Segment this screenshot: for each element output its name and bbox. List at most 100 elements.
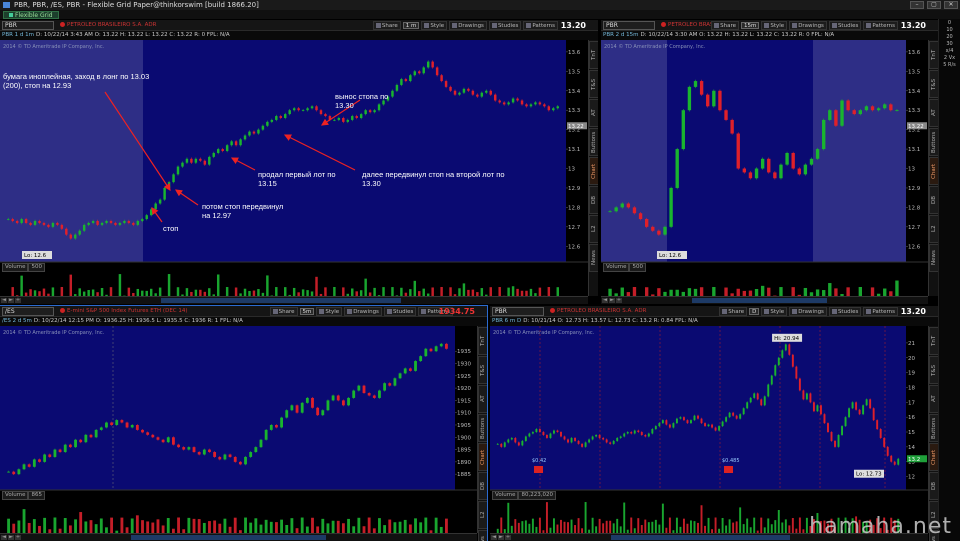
- share-button[interactable]: Share: [269, 307, 298, 316]
- patterns-button[interactable]: Patterns: [523, 21, 558, 30]
- patterns-button[interactable]: Patterns: [863, 307, 898, 316]
- volume-bar: [777, 510, 780, 533]
- side-tab-db[interactable]: DB: [589, 186, 598, 214]
- side-tab-news[interactable]: News: [478, 530, 487, 541]
- symbol-input[interactable]: /ES: [2, 307, 54, 316]
- side-tab-at[interactable]: AT: [478, 385, 487, 413]
- share-button[interactable]: Share: [372, 21, 401, 30]
- studies-button[interactable]: Studies: [383, 307, 417, 316]
- symbol-input[interactable]: PBR: [2, 21, 54, 30]
- style-button[interactable]: Style: [316, 307, 343, 316]
- studies-button[interactable]: Studies: [828, 307, 862, 316]
- scroll-button[interactable]: +: [505, 535, 511, 540]
- symbol-input[interactable]: PBR: [492, 307, 544, 316]
- side-tab-buttons[interactable]: Buttons: [929, 414, 938, 442]
- scroll-button[interactable]: +: [15, 535, 21, 540]
- side-tab-db[interactable]: DB: [929, 186, 938, 214]
- scroll-thumb[interactable]: [161, 298, 401, 303]
- tab-flexible-grid[interactable]: Flexible Grid: [3, 11, 59, 19]
- chart-toolbar: Share 5m Style Drawings Studies Patterns: [269, 307, 453, 316]
- scroll-button[interactable]: ►: [8, 298, 14, 303]
- style-button[interactable]: Style: [761, 307, 788, 316]
- dividend-icon[interactable]: [724, 466, 733, 473]
- volume-bar: [341, 523, 345, 533]
- side-tab-at[interactable]: AT: [589, 99, 598, 127]
- scroll-button[interactable]: +: [616, 298, 622, 303]
- side-tab-chart[interactable]: Chart: [929, 443, 938, 471]
- style-button[interactable]: Style: [421, 21, 448, 30]
- price-chart[interactable]: 2014 © TD Ameritrade IP Company, Inc. 21 2…: [490, 326, 928, 541]
- scroll-button[interactable]: ◄: [602, 298, 608, 303]
- price-chart[interactable]: 2014 © TD Ameritrade IP Company, Inc. 13.…: [601, 40, 928, 304]
- candle: [809, 157, 814, 166]
- share-button[interactable]: Share: [719, 307, 748, 316]
- side-tab-l2[interactable]: L2: [929, 215, 938, 243]
- side-tab-tnt[interactable]: TnT: [929, 327, 938, 355]
- minimize-button[interactable]: –: [910, 1, 924, 9]
- chart-canvas[interactable]: 2014 © TD Ameritrade IP Company, Inc. 21 2…: [490, 326, 928, 541]
- dividend-icon[interactable]: [534, 466, 543, 473]
- side-tab-l2[interactable]: L2: [589, 215, 598, 243]
- studies-button[interactable]: Studies: [488, 21, 522, 30]
- scroll-button[interactable]: ◄: [1, 298, 7, 303]
- scroll-button[interactable]: ◄: [1, 535, 7, 540]
- scroll-thumb[interactable]: [691, 298, 827, 303]
- chart-scrollbar[interactable]: ◄ ► +: [601, 296, 928, 304]
- candle: [809, 392, 812, 404]
- timeframe-button[interactable]: D: [749, 308, 760, 315]
- price-chart[interactable]: 2014 © TD Ameritrade IP Company, Inc. 13.…: [0, 40, 588, 304]
- symbol-input[interactable]: PBR: [603, 21, 655, 30]
- chart-canvas[interactable]: 2014 © TD Ameritrade IP Company, Inc. 13.…: [601, 40, 928, 304]
- side-tab-ts[interactable]: T&S: [478, 356, 487, 384]
- scroll-button[interactable]: ►: [609, 298, 615, 303]
- side-tab-chart[interactable]: Chart: [478, 443, 487, 471]
- side-tab-ts[interactable]: T&S: [929, 356, 938, 384]
- side-tab-tnt[interactable]: TnT: [478, 327, 487, 355]
- maximize-button[interactable]: ▢: [927, 1, 941, 9]
- side-tab-news[interactable]: News: [589, 244, 598, 272]
- share-button[interactable]: Share: [711, 21, 739, 30]
- chart-scrollbar[interactable]: ◄ ► +: [0, 533, 477, 541]
- drawings-button[interactable]: Drawings: [344, 307, 382, 316]
- scroll-thumb[interactable]: [610, 535, 791, 540]
- drawings-button[interactable]: Drawings: [789, 307, 827, 316]
- side-tab-buttons[interactable]: Buttons: [929, 128, 938, 156]
- drawings-button[interactable]: Drawings: [449, 21, 487, 30]
- side-tab-db[interactable]: DB: [478, 472, 487, 500]
- candle: [163, 186, 166, 201]
- patterns-button[interactable]: Patterns: [863, 21, 898, 30]
- scroll-button[interactable]: ►: [8, 535, 14, 540]
- volume-bar: [584, 502, 587, 533]
- chart-canvas[interactable]: 2014 © TD Ameritrade IP Company, Inc. 13.…: [0, 40, 588, 304]
- side-tab-ts[interactable]: T&S: [929, 70, 938, 98]
- side-tab-tnt[interactable]: TnT: [929, 41, 938, 69]
- side-tab-at[interactable]: AT: [929, 99, 938, 127]
- scroll-button[interactable]: +: [15, 298, 21, 303]
- side-tab-chart[interactable]: Chart: [929, 157, 938, 185]
- timeframe-button[interactable]: 5m: [299, 308, 315, 315]
- chart-scrollbar[interactable]: ◄ ► +: [0, 296, 588, 304]
- candle: [166, 436, 170, 444]
- scroll-button[interactable]: ◄: [491, 535, 497, 540]
- side-tab-l2[interactable]: L2: [478, 501, 487, 529]
- right-strip-label: 10: [946, 27, 953, 33]
- timeframe-button[interactable]: 15m: [741, 22, 760, 29]
- side-tab-chart[interactable]: Chart: [589, 157, 598, 185]
- style-button[interactable]: Style: [761, 21, 788, 30]
- side-tab-ts[interactable]: T&S: [589, 70, 598, 98]
- close-button[interactable]: ✕: [944, 1, 958, 9]
- side-tab-at[interactable]: AT: [929, 385, 938, 413]
- drawings-button[interactable]: Drawings: [789, 21, 827, 30]
- side-tab-buttons[interactable]: Buttons: [478, 414, 487, 442]
- price-chart[interactable]: 2014 © TD Ameritrade IP Company, Inc. 193…: [0, 326, 477, 541]
- scroll-thumb[interactable]: [131, 535, 327, 540]
- side-tab-buttons[interactable]: Buttons: [589, 128, 598, 156]
- side-tab-db[interactable]: DB: [929, 472, 938, 500]
- chart-canvas[interactable]: 2014 © TD Ameritrade IP Company, Inc. 193…: [0, 326, 477, 541]
- side-tab-news[interactable]: News: [929, 244, 938, 272]
- volume-bar: [647, 522, 650, 533]
- timeframe-button[interactable]: 1 m: [402, 22, 420, 29]
- side-tab-tnt[interactable]: TnT: [589, 41, 598, 69]
- studies-button[interactable]: Studies: [828, 21, 862, 30]
- scroll-button[interactable]: ►: [498, 535, 504, 540]
